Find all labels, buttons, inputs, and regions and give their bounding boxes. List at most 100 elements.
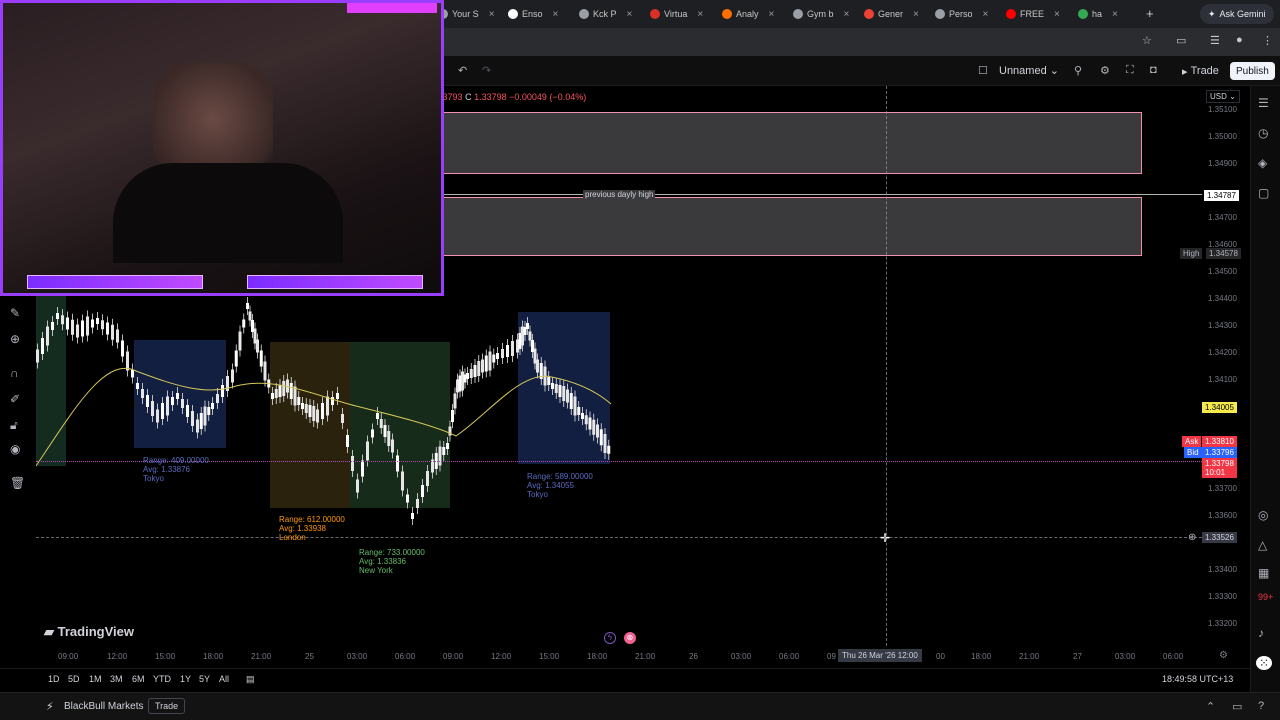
ruler-icon[interactable]: ✎ bbox=[10, 306, 20, 320]
currency-selector[interactable]: USD ⌄ bbox=[1206, 90, 1240, 103]
browser-tab[interactable]: Analy × bbox=[722, 4, 774, 24]
browser-tab[interactable]: ha × bbox=[1078, 4, 1118, 24]
price-tick-label: 1.35100 bbox=[1208, 105, 1237, 114]
help-icon[interactable]: ? bbox=[1258, 700, 1264, 712]
candle-body bbox=[356, 479, 359, 493]
range-button[interactable]: 1Y bbox=[180, 674, 191, 684]
supply-zone-lower[interactable] bbox=[440, 197, 1142, 256]
range-button[interactable]: 5Y bbox=[199, 674, 210, 684]
candle-body bbox=[528, 331, 532, 341]
close-tab-icon[interactable]: × bbox=[913, 9, 919, 20]
browser-tab[interactable]: Your S × bbox=[438, 4, 495, 24]
candle-body bbox=[176, 393, 179, 399]
layers-icon[interactable]: ◈ bbox=[1258, 156, 1267, 170]
broker-name[interactable]: BlackBull Markets bbox=[64, 701, 143, 712]
browser-tab[interactable]: Virtua × bbox=[650, 4, 703, 24]
range-button[interactable]: 1D bbox=[48, 674, 60, 684]
lightning-icon[interactable]: ϟ bbox=[604, 632, 616, 644]
browser-tab[interactable]: Enso × bbox=[508, 4, 558, 24]
new-tab-button[interactable]: + bbox=[1146, 6, 1154, 21]
range-button[interactable]: All bbox=[219, 674, 229, 684]
candle-body bbox=[111, 324, 114, 340]
tab-favicon-icon bbox=[508, 9, 518, 19]
undo-icon[interactable]: ↶ bbox=[458, 64, 467, 77]
watchlist-icon[interactable]: ☰ bbox=[1258, 96, 1269, 110]
close-tab-icon[interactable]: × bbox=[553, 9, 559, 20]
grid-apps-icon[interactable]: ⁙ bbox=[1256, 656, 1272, 670]
extensions-icon[interactable]: ☰ bbox=[1210, 34, 1220, 47]
candle-body bbox=[196, 419, 199, 433]
close-tab-icon[interactable]: × bbox=[983, 9, 989, 20]
crosshair-price-tag: 1.33526 bbox=[1202, 532, 1237, 543]
previous-daily-high-line[interactable] bbox=[440, 194, 1202, 195]
crosshair-cursor-icon: ✛ bbox=[880, 531, 891, 545]
axis-settings-icon[interactable]: ⚙ bbox=[1219, 650, 1228, 661]
close-tab-icon[interactable]: × bbox=[489, 9, 495, 20]
session-avg: Avg: 1.33836 bbox=[359, 557, 407, 566]
close-tab-icon[interactable]: × bbox=[844, 9, 850, 20]
supply-zone-upper[interactable] bbox=[440, 112, 1142, 174]
candle-body bbox=[181, 399, 184, 408]
collapse-panel-icon[interactable]: ⌃ bbox=[1206, 700, 1215, 713]
range-button[interactable]: 5D bbox=[68, 674, 80, 684]
time-tick-label: 06:00 bbox=[1163, 652, 1184, 661]
price-tick-label: 1.33600 bbox=[1208, 511, 1237, 520]
browser-tab[interactable]: FREE × bbox=[1006, 4, 1060, 24]
layout-name-dropdown[interactable]: Unnamed ⌄ bbox=[999, 64, 1059, 77]
bell-icon[interactable]: ♪ bbox=[1258, 626, 1264, 640]
browser-tab[interactable]: Gym b × bbox=[793, 4, 849, 24]
close-tab-icon[interactable]: × bbox=[1054, 9, 1060, 20]
browser-menu-icon[interactable]: ⋮ bbox=[1262, 34, 1273, 47]
target-icon[interactable]: ◎ bbox=[1258, 508, 1268, 522]
date-range-calendar-icon[interactable]: ▤ bbox=[246, 674, 255, 685]
zoom-in-icon[interactable]: ⊕ bbox=[10, 332, 20, 346]
range-button[interactable]: 3M bbox=[110, 674, 123, 684]
close-tab-icon[interactable]: × bbox=[1112, 9, 1118, 20]
bookmark-star-icon[interactable]: ☆ bbox=[1142, 34, 1152, 47]
candle-body bbox=[136, 383, 139, 389]
chart-clock[interactable]: 18:49:58 UTC+13 bbox=[1162, 674, 1233, 684]
calendar-icon[interactable]: ▦ bbox=[1258, 566, 1269, 580]
cast-icon[interactable]: ▭ bbox=[1176, 34, 1186, 47]
notifications-badge-icon[interactable]: 99+ bbox=[1258, 592, 1273, 602]
tab-favicon-icon bbox=[1006, 9, 1016, 19]
candle-body bbox=[588, 417, 592, 430]
lock-icon[interactable]: 🔓︎ bbox=[10, 418, 18, 433]
chat-icon[interactable]: ▢ bbox=[1258, 186, 1269, 200]
range-button[interactable]: YTD bbox=[153, 674, 171, 684]
eye-icon[interactable]: ◉ bbox=[10, 442, 20, 456]
add-alert-plus-icon[interactable]: ⊕ bbox=[1188, 532, 1196, 543]
range-button[interactable]: 1M bbox=[89, 674, 102, 684]
magnet-icon[interactable]: ∩ bbox=[10, 366, 19, 380]
triangle-icon[interactable]: △ bbox=[1258, 538, 1267, 552]
replay-icon[interactable]: ⊗ bbox=[624, 632, 636, 644]
price-axis[interactable] bbox=[1202, 86, 1248, 648]
gemini-icon: ✦ bbox=[1208, 8, 1216, 19]
profile-avatar-icon[interactable]: ● bbox=[1236, 34, 1243, 46]
browser-tab[interactable]: Kck P × bbox=[579, 4, 632, 24]
trash-icon[interactable]: 🗑︎ bbox=[10, 476, 25, 490]
fullscreen-icon[interactable]: ⛶ bbox=[1126, 64, 1134, 77]
close-tab-icon[interactable]: × bbox=[769, 9, 775, 20]
close-tab-icon[interactable]: × bbox=[697, 9, 703, 20]
redo-icon[interactable]: ↷ bbox=[482, 64, 491, 77]
ask-gemini-button[interactable]: ✦ Ask Gemini bbox=[1200, 4, 1274, 24]
alerts-clock-icon[interactable]: ◷ bbox=[1258, 126, 1268, 140]
bottom-trade-button[interactable]: Trade bbox=[148, 698, 186, 714]
browser-tab[interactable]: Gener × bbox=[864, 4, 919, 24]
camera-snapshot-icon[interactable]: ◘ bbox=[1150, 64, 1157, 76]
settings-gear-icon[interactable]: ⚙ bbox=[1100, 64, 1110, 77]
close-tab-icon[interactable]: × bbox=[627, 9, 633, 20]
pencil-lock-icon[interactable]: ✐ bbox=[10, 392, 20, 406]
layout-checkbox-icon[interactable]: ☐ bbox=[978, 64, 988, 77]
publish-button[interactable]: Publish bbox=[1230, 62, 1275, 80]
candle-body bbox=[536, 359, 539, 373]
trade-button[interactable]: ▸ Trade bbox=[1176, 62, 1225, 80]
range-button[interactable]: 6M bbox=[132, 674, 145, 684]
maximize-panel-icon[interactable]: ▭ bbox=[1232, 700, 1242, 713]
candle-body bbox=[203, 406, 207, 426]
time-tick-label: 09 bbox=[827, 652, 836, 661]
browser-tab[interactable]: Perso × bbox=[935, 4, 988, 24]
candle-body bbox=[526, 323, 529, 329]
search-icon[interactable]: ⚲ bbox=[1074, 64, 1082, 77]
